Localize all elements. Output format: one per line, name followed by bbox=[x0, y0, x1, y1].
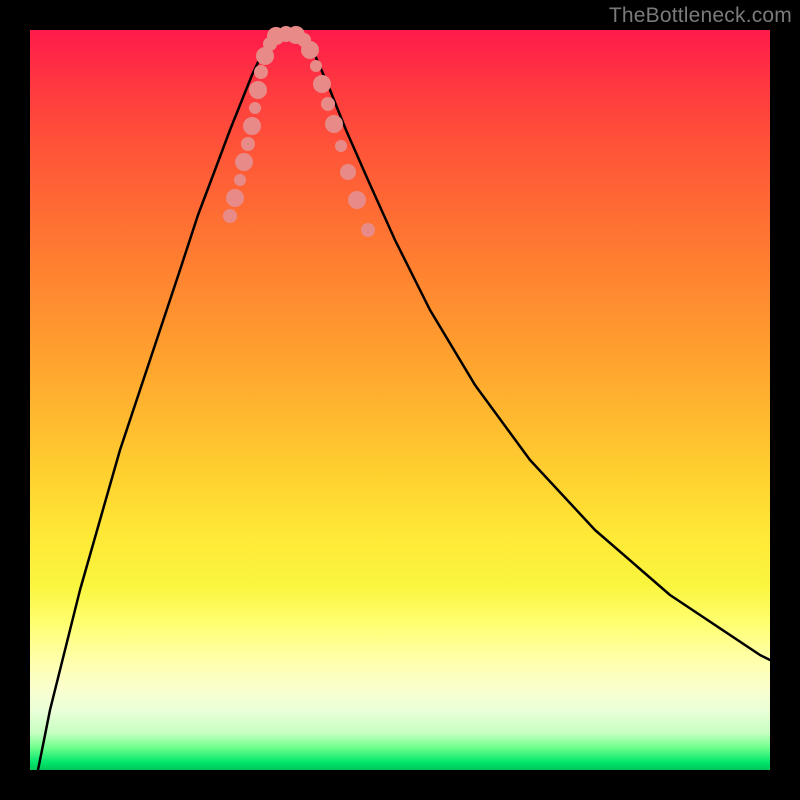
marker-point bbox=[348, 191, 366, 209]
marker-point bbox=[235, 153, 253, 171]
chart-frame: TheBottleneck.com bbox=[0, 0, 800, 800]
marker-point bbox=[243, 117, 261, 135]
marker-point bbox=[340, 164, 356, 180]
marker-point bbox=[310, 60, 322, 72]
marker-point bbox=[223, 209, 237, 223]
marker-point bbox=[249, 81, 267, 99]
marker-point bbox=[361, 223, 375, 237]
marker-point bbox=[335, 140, 347, 152]
curve-path bbox=[38, 31, 770, 770]
chart-svg bbox=[30, 30, 770, 770]
marker-point bbox=[226, 189, 244, 207]
marker-point bbox=[234, 174, 246, 186]
marker-point bbox=[313, 75, 331, 93]
plot-area bbox=[30, 30, 770, 770]
marker-point bbox=[321, 97, 335, 111]
marker-point bbox=[325, 115, 343, 133]
marker-point bbox=[249, 102, 261, 114]
marker-points bbox=[223, 26, 375, 237]
marker-point bbox=[301, 41, 319, 59]
watermark-text: TheBottleneck.com bbox=[609, 4, 792, 28]
marker-point bbox=[254, 65, 268, 79]
bottleneck-curve bbox=[38, 31, 770, 770]
marker-point bbox=[241, 137, 255, 151]
